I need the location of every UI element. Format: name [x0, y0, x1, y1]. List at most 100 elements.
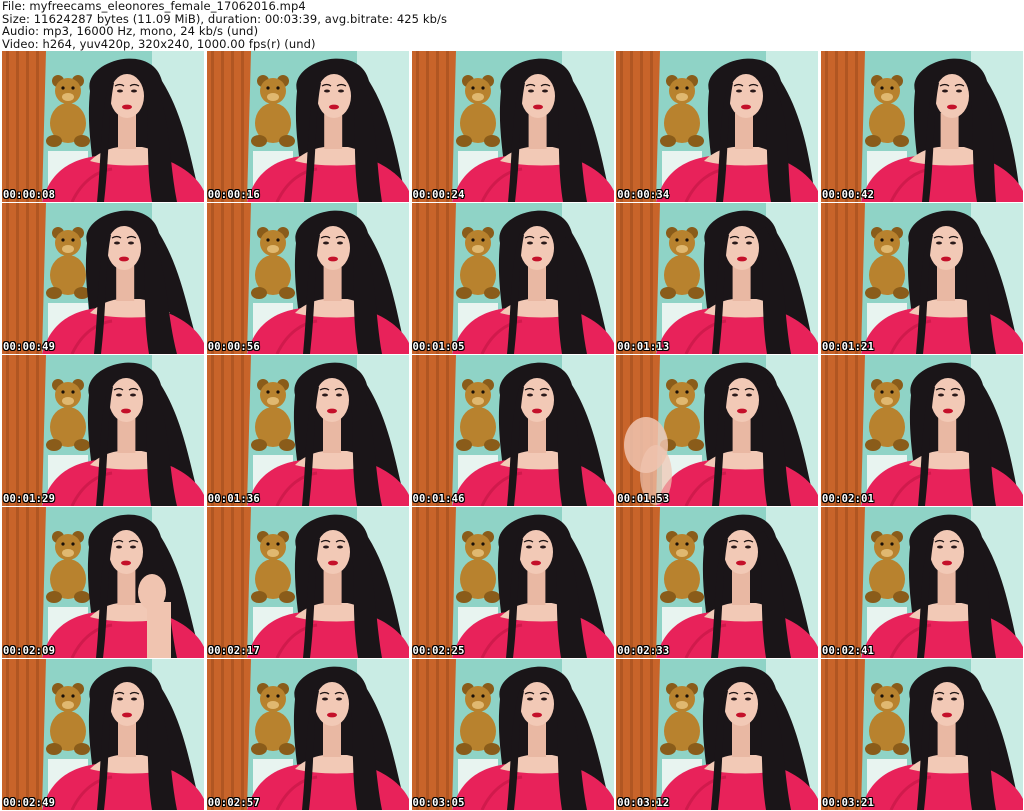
face	[724, 682, 759, 726]
frame-timestamp: 00:02:09	[3, 645, 56, 657]
frame-timestamp: 00:00:42	[822, 189, 875, 201]
face	[930, 530, 964, 574]
face	[316, 74, 351, 118]
face	[935, 74, 969, 118]
video-frame-thumbnail: 00:01:29	[2, 355, 204, 506]
frame-scene	[821, 51, 1023, 202]
video-frame-thumbnail: 00:02:25	[411, 507, 614, 658]
frame-scene	[411, 355, 614, 506]
frame-timestamp: 00:01:53	[617, 493, 670, 505]
frame-scene	[821, 203, 1023, 354]
frame-timestamp: 00:02:41	[822, 645, 875, 657]
frame-timestamp: 00:01:05	[412, 341, 465, 353]
video-frame-thumbnail: 00:03:21	[821, 659, 1023, 810]
face	[110, 682, 144, 726]
video-frame-thumbnail: 00:01:53	[616, 355, 819, 506]
video-frame-thumbnail: 00:02:01	[821, 355, 1023, 506]
frame-scene	[206, 355, 409, 506]
video-frame-thumbnail: 00:00:24	[411, 51, 614, 202]
frame-scene	[616, 659, 819, 810]
face	[929, 226, 963, 270]
frame-timestamp: 00:01:13	[617, 341, 670, 353]
frame-scene	[2, 355, 204, 506]
frame-scene	[2, 203, 204, 354]
thumbnail-grid: 00:00:08 00:00:16 00:00:24 00:00:34 00:00:42…	[2, 51, 1023, 810]
frame-timestamp: 00:00:56	[207, 341, 260, 353]
frame-scene	[616, 203, 819, 354]
face	[107, 226, 141, 270]
frame-scene	[616, 51, 819, 202]
frame-timestamp: 00:03:21	[822, 797, 875, 809]
frame-timestamp: 00:02:17	[207, 645, 260, 657]
frame-scene	[2, 51, 204, 202]
video-frame-thumbnail: 00:02:49	[2, 659, 204, 810]
video-frame-thumbnail: 00:03:05	[411, 659, 614, 810]
video-frame-thumbnail: 00:00:16	[206, 51, 409, 202]
face	[109, 530, 143, 574]
face	[724, 530, 759, 574]
face	[518, 530, 553, 574]
frame-scene	[616, 355, 819, 506]
file-info-header: File: myfreecams_eleonores_female_170620…	[2, 0, 1022, 50]
face	[729, 74, 764, 118]
face	[519, 378, 554, 422]
video-frame-thumbnail: 00:01:46	[411, 355, 614, 506]
video-frame-thumbnail: 00:00:49	[2, 203, 204, 354]
frame-timestamp: 00:02:25	[412, 645, 465, 657]
video-frame-thumbnail: 00:02:09	[2, 507, 204, 658]
face	[931, 378, 965, 422]
video-frame-thumbnail: 00:00:34	[616, 51, 819, 202]
frame-scene	[206, 51, 409, 202]
video-frame-thumbnail: 00:00:56	[206, 203, 409, 354]
frame-scene	[411, 51, 614, 202]
video-frame-thumbnail: 00:02:33	[616, 507, 819, 658]
video-frame-thumbnail: 00:02:17	[206, 507, 409, 658]
face	[110, 74, 144, 118]
face	[519, 226, 554, 270]
frame-scene	[821, 659, 1023, 810]
frame-scene	[411, 507, 614, 658]
frame-timestamp: 00:01:29	[3, 493, 56, 505]
face	[314, 682, 349, 726]
face	[519, 682, 554, 726]
frame-scene	[821, 355, 1023, 506]
audio-info-line: Audio: mp3, 16000 Hz, mono, 24 kb/s (und…	[2, 24, 259, 38]
face	[315, 530, 350, 574]
face	[725, 378, 760, 422]
frame-timestamp: 00:00:16	[207, 189, 260, 201]
frame-timestamp: 00:02:49	[3, 797, 56, 809]
frame-timestamp: 00:03:12	[617, 797, 670, 809]
video-frame-thumbnail: 00:00:42	[821, 51, 1023, 202]
frame-scene	[206, 203, 409, 354]
frame-timestamp: 00:02:33	[617, 645, 670, 657]
face	[315, 226, 350, 270]
face	[314, 378, 349, 422]
video-info-line: Video: h264, yuv420p, 320x240, 1000.00 f…	[2, 36, 316, 51]
frame-timestamp: 00:00:34	[617, 189, 670, 201]
frame-timestamp: 00:02:57	[207, 797, 260, 809]
frame-timestamp: 00:00:24	[412, 189, 465, 201]
frame-timestamp: 00:00:49	[3, 341, 56, 353]
file-name-line: File: myfreecams_eleonores_female_170620…	[2, 0, 306, 13]
video-frame-thumbnail: 00:01:05	[411, 203, 614, 354]
video-frame-thumbnail: 00:01:13	[616, 203, 819, 354]
face	[930, 682, 964, 726]
video-frame-thumbnail: 00:02:41	[821, 507, 1023, 658]
frame-scene	[206, 659, 409, 810]
face	[725, 226, 760, 270]
frame-scene	[206, 507, 409, 658]
frame-scene	[411, 203, 614, 354]
frame-timestamp: 00:00:08	[3, 189, 56, 201]
frame-scene	[2, 507, 204, 658]
video-frame-thumbnail: 00:01:21	[821, 203, 1023, 354]
frame-timestamp: 00:03:05	[412, 797, 465, 809]
frame-timestamp: 00:01:46	[412, 493, 465, 505]
frame-scene	[821, 507, 1023, 658]
face	[109, 378, 143, 422]
video-frame-thumbnail: 00:00:08	[2, 51, 204, 202]
frame-scene	[616, 507, 819, 658]
frame-scene	[2, 659, 204, 810]
frame-timestamp: 00:02:01	[822, 493, 875, 505]
frame-scene	[411, 659, 614, 810]
video-frame-thumbnail: 00:03:12	[616, 659, 819, 810]
